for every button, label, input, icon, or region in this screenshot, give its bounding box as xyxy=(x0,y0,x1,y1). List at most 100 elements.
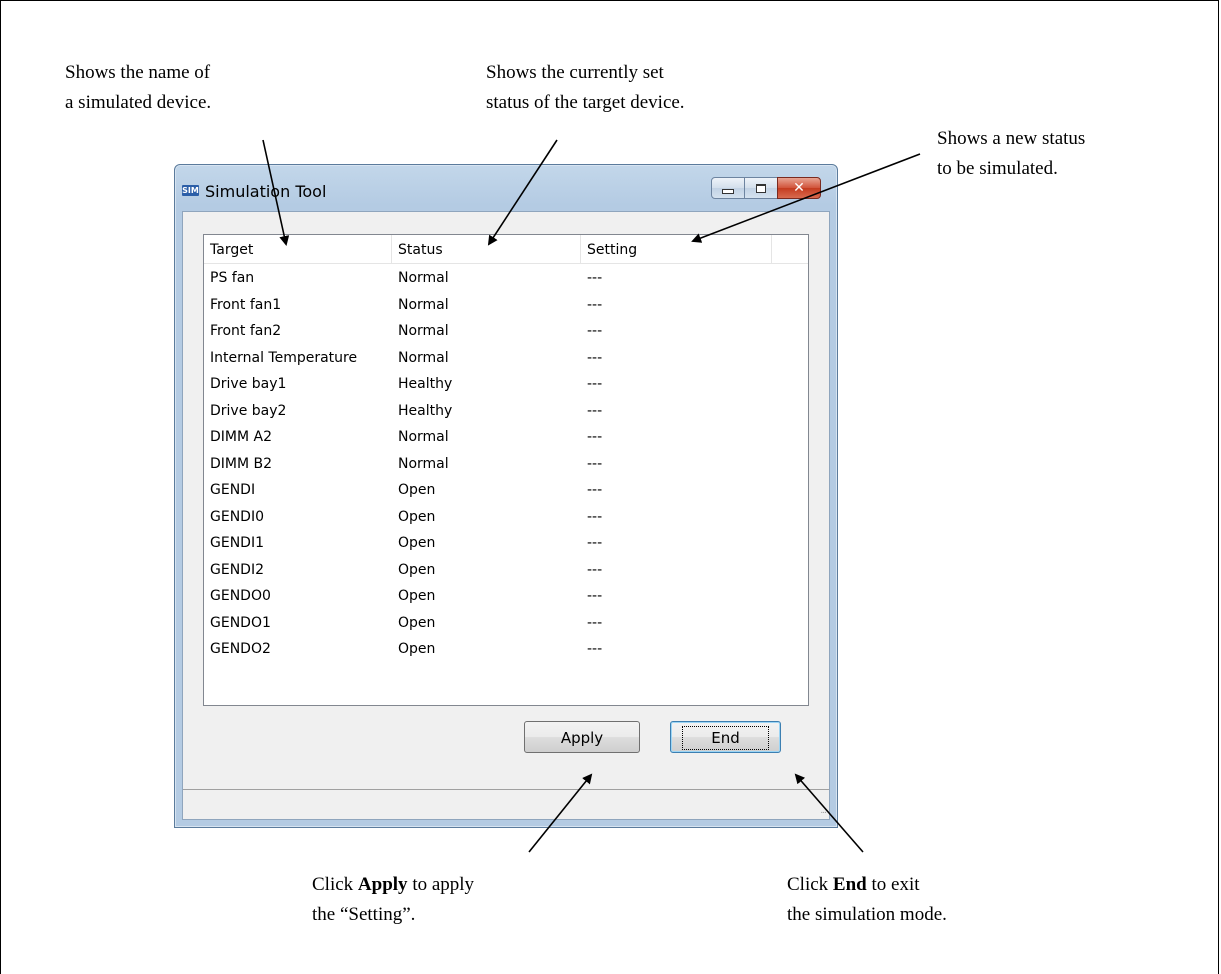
callout-new-status: Shows a new status to be simulated. xyxy=(937,124,1085,184)
cell-target: Drive bay2 xyxy=(210,402,287,419)
cell-status: Normal xyxy=(398,296,449,313)
list-item[interactable]: GENDI2 Open --- xyxy=(204,557,808,584)
list-item[interactable]: DIMM B2 Normal --- xyxy=(204,451,808,478)
column-header-target[interactable]: Target xyxy=(204,235,392,263)
callout-bold-text: Apply xyxy=(357,874,408,895)
cell-status: Normal xyxy=(398,429,449,445)
cell-target: Front fan2 xyxy=(210,323,282,339)
app-icon: SIM xyxy=(182,185,199,196)
cell-setting: --- xyxy=(587,482,603,498)
cell-setting: --- xyxy=(587,323,603,339)
list-item[interactable]: Internal Temperature Normal --- xyxy=(204,345,808,372)
end-button[interactable]: End xyxy=(670,721,781,753)
cell-status: Normal xyxy=(398,323,449,339)
list-item[interactable]: DIMM A2 Normal --- xyxy=(204,424,808,451)
window-controls: ✕ xyxy=(711,177,821,199)
cell-status: Healthy xyxy=(398,402,453,419)
callout-target-name: Shows the name of a simulated device. xyxy=(65,58,211,118)
callout-line: Click End to exit xyxy=(787,870,947,900)
cell-status: Healthy xyxy=(398,376,453,392)
cell-target: GENDI1 xyxy=(210,535,264,551)
status-bar: ... xyxy=(183,789,829,819)
cell-status: Open xyxy=(398,482,436,498)
column-header-filler xyxy=(772,235,808,263)
cell-setting: --- xyxy=(587,535,603,551)
end-button-label: End xyxy=(682,726,769,750)
window-title: Simulation Tool xyxy=(205,182,327,201)
cell-setting: --- xyxy=(587,296,603,313)
cell-status: Open xyxy=(398,508,436,525)
cell-target: Internal Temperature xyxy=(210,349,358,366)
callout-text: Click xyxy=(787,874,833,895)
callout-line: status of the target device. xyxy=(486,92,685,113)
apply-button[interactable]: Apply xyxy=(524,721,640,753)
resize-grip-icon[interactable]: ... xyxy=(820,806,827,816)
cell-target: GENDO0 xyxy=(210,588,271,604)
cell-status: Open xyxy=(398,614,436,631)
cell-target: Front fan1 xyxy=(210,296,282,313)
cell-target: GENDI xyxy=(210,482,256,498)
list-body: PS fan Normal --- Front fan1 Normal --- Front … xyxy=(204,264,808,663)
apply-button-label: Apply xyxy=(560,729,604,747)
callout-line: the simulation mode. xyxy=(787,904,947,925)
list-item[interactable]: GENDI1 Open --- xyxy=(204,530,808,557)
maximize-button[interactable] xyxy=(744,177,778,199)
callout-apply: Click Apply to apply the “Setting”. xyxy=(312,870,474,930)
callout-text: Click xyxy=(312,874,358,895)
list-item[interactable]: GENDI0 Open --- xyxy=(204,504,808,531)
client-area: Target Status Setting PS fan Normal --- Fro… xyxy=(182,211,830,820)
title-bar[interactable]: SIM Simulation Tool ✕ xyxy=(175,165,837,211)
callout-line: Shows the name of xyxy=(65,62,211,83)
close-icon: ✕ xyxy=(793,180,805,196)
callout-text: to exit xyxy=(866,874,920,895)
callout-line: a simulated device. xyxy=(65,92,212,113)
cell-target: GENDO1 xyxy=(210,614,271,631)
close-button[interactable]: ✕ xyxy=(777,177,821,199)
callout-line: Shows a new status xyxy=(937,128,1086,149)
column-header-setting[interactable]: Setting xyxy=(581,235,772,263)
list-item[interactable]: Front fan1 Normal --- xyxy=(204,292,808,319)
list-item[interactable]: Drive bay1 Healthy --- xyxy=(204,371,808,398)
minimize-icon xyxy=(722,188,734,194)
cell-setting: --- xyxy=(587,270,603,286)
callout-end: Click End to exit the simulation mode. xyxy=(787,870,947,930)
minimize-button[interactable] xyxy=(711,177,745,199)
callout-line: to be simulated. xyxy=(937,158,1058,179)
callout-line: Click Apply to apply xyxy=(312,870,474,900)
list-item[interactable]: GENDO2 Open --- xyxy=(204,636,808,663)
callout-current-status: Shows the currently set status of the ta… xyxy=(486,58,685,118)
column-header-status[interactable]: Status xyxy=(392,235,581,263)
cell-setting: --- xyxy=(587,429,603,445)
list-item[interactable]: Drive bay2 Healthy --- xyxy=(204,398,808,425)
list-item[interactable]: GENDO1 Open --- xyxy=(204,610,808,637)
cell-status: Open xyxy=(398,535,436,551)
cell-setting: --- xyxy=(587,402,603,419)
cell-setting: --- xyxy=(587,614,603,631)
cell-target: DIMM B2 xyxy=(210,455,273,472)
list-item[interactable]: PS fan Normal --- xyxy=(204,265,808,292)
cell-target: PS fan xyxy=(210,270,255,286)
device-list[interactable]: Target Status Setting PS fan Normal --- Fro… xyxy=(203,234,809,706)
callout-line: the “Setting”. xyxy=(312,904,416,925)
cell-status: Open xyxy=(398,641,436,657)
cell-status: Open xyxy=(398,561,436,578)
cell-target: GENDO2 xyxy=(210,641,271,657)
cell-target: GENDI0 xyxy=(210,508,264,525)
cell-target: DIMM A2 xyxy=(210,429,273,445)
cell-target: Drive bay1 xyxy=(210,376,287,392)
cell-setting: --- xyxy=(587,455,603,472)
cell-setting: --- xyxy=(587,588,603,604)
callout-bold-text: End xyxy=(832,874,867,895)
maximize-icon xyxy=(756,183,766,193)
cell-status: Open xyxy=(398,588,436,604)
cell-target: GENDI2 xyxy=(210,561,264,578)
cell-setting: --- xyxy=(587,561,603,578)
simulation-tool-window: SIM Simulation Tool ✕ Target Status Sett… xyxy=(174,164,838,828)
cell-status: Normal xyxy=(398,349,449,366)
list-item[interactable]: Front fan2 Normal --- xyxy=(204,318,808,345)
callout-text: to apply xyxy=(407,874,475,895)
cell-status: Normal xyxy=(398,455,449,472)
cell-setting: --- xyxy=(587,641,603,657)
list-item[interactable]: GENDO0 Open --- xyxy=(204,583,808,610)
list-item[interactable]: GENDI Open --- xyxy=(204,477,808,504)
